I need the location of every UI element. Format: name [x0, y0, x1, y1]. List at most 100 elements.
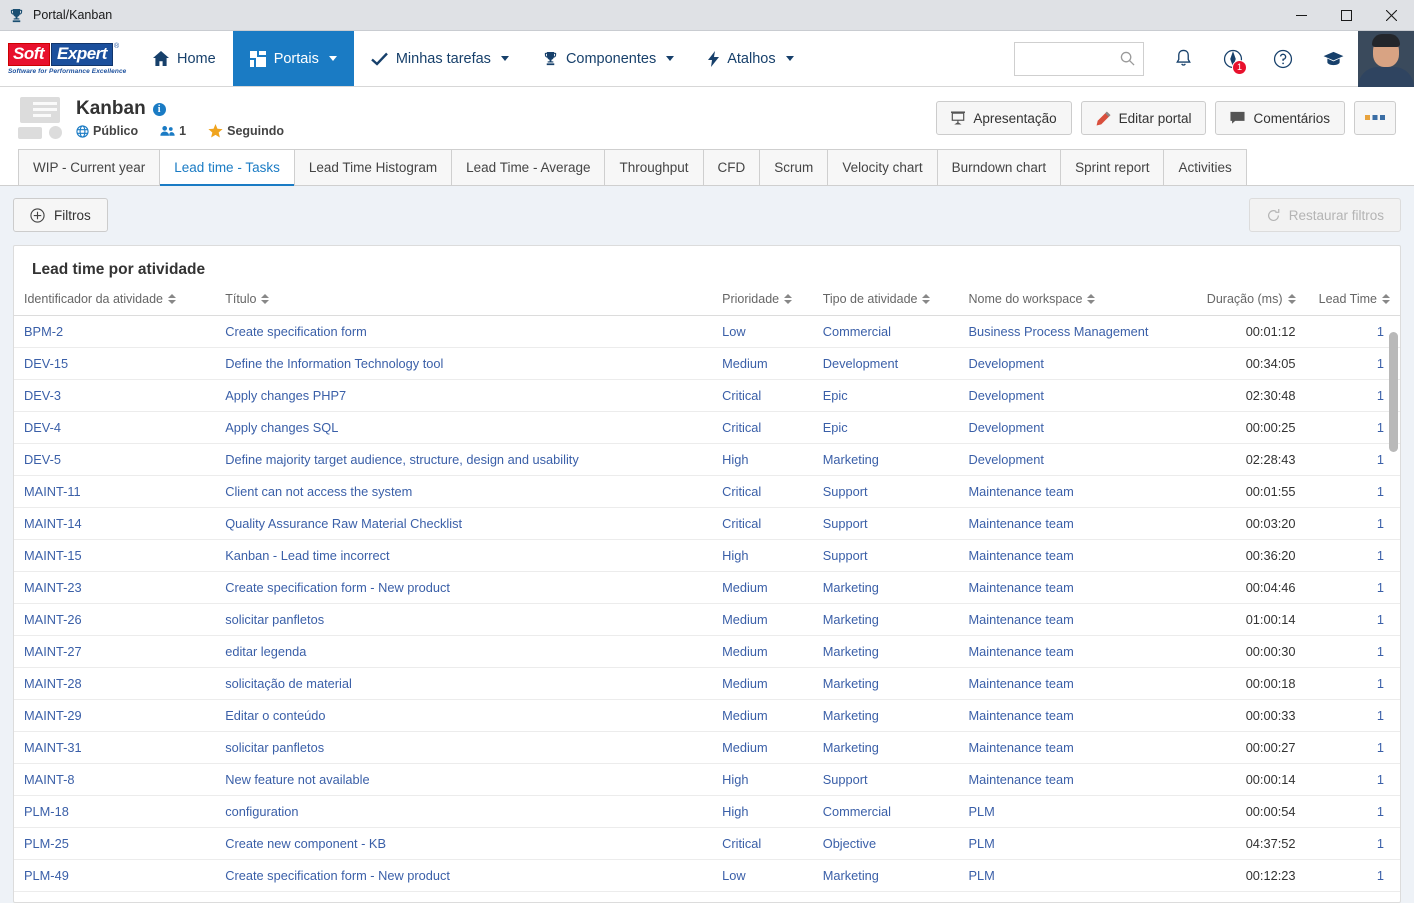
table-row[interactable]: DEV-4 Apply changes SQL Critical Epic Develo… — [14, 411, 1400, 444]
column-header-nome-workspace[interactable]: Nome do workspace — [958, 292, 1183, 316]
tab-lead-time-tasks[interactable]: Lead time - Tasks — [159, 149, 295, 186]
workspace-cell[interactable]: Development — [958, 411, 1183, 444]
priority-cell[interactable]: Low — [712, 859, 813, 892]
priority-cell[interactable]: High — [712, 795, 813, 828]
workspace-cell[interactable]: PLM — [958, 795, 1183, 828]
activity-id-cell[interactable]: PLM-25 — [14, 827, 216, 860]
priority-cell[interactable]: Critical — [712, 507, 813, 540]
nav-item-portais[interactable]: Portais — [232, 31, 354, 86]
comentarios-button[interactable]: Comentários — [1215, 101, 1345, 135]
sort-icon[interactable] — [784, 294, 793, 304]
avatar[interactable] — [1358, 30, 1414, 87]
title-cell[interactable]: Create specification form - New product — [215, 571, 713, 604]
activity-id-cell[interactable]: DEV-3 — [14, 379, 216, 412]
scrollbar-thumb[interactable] — [1389, 332, 1398, 452]
workspace-cell[interactable]: Maintenance team — [958, 507, 1183, 540]
activity-id-cell[interactable]: MAINT-31 — [14, 731, 216, 764]
close-button[interactable] — [1369, 0, 1414, 31]
workspace-cell[interactable]: Maintenance team — [958, 699, 1183, 732]
type-cell[interactable]: Epic — [812, 411, 959, 444]
workspace-cell[interactable]: PLM — [958, 827, 1183, 860]
type-cell[interactable]: Objective — [812, 827, 959, 860]
workspace-cell[interactable]: Development — [958, 443, 1183, 476]
type-cell[interactable]: Marketing — [812, 635, 959, 668]
nav-item-minhas-tarefas[interactable]: Minhas tarefas — [354, 31, 526, 86]
search-input[interactable] — [1023, 50, 1120, 67]
apresentacao-button[interactable]: Apresentação — [936, 101, 1072, 135]
priority-cell[interactable]: Critical — [712, 475, 813, 508]
tab-scrum[interactable]: Scrum — [759, 149, 829, 185]
priority-cell[interactable]: High — [712, 443, 813, 476]
sort-icon[interactable] — [1382, 294, 1390, 304]
table-row[interactable]: MAINT-23 Create specification form - New … — [14, 571, 1400, 604]
sort-icon[interactable] — [1087, 294, 1096, 304]
workspace-cell[interactable]: Maintenance team — [958, 635, 1183, 668]
table-row[interactable]: MAINT-31 solicitar panfletos Medium Marketi… — [14, 731, 1400, 764]
table-row[interactable]: MAINT-8 New feature not available High Supp… — [14, 763, 1400, 796]
page-vertical-scrollbar[interactable] — [1401, 186, 1414, 903]
activity-id-cell[interactable]: MAINT-8 — [14, 763, 216, 796]
activity-id-cell[interactable]: MAINT-23 — [14, 571, 216, 604]
column-header-identificador[interactable]: Identificador da atividade — [14, 292, 216, 316]
priority-cell[interactable]: Medium — [712, 571, 813, 604]
tab-velocity-chart[interactable]: Velocity chart — [827, 149, 938, 185]
tab-lead-time-histogram[interactable]: Lead Time Histogram — [293, 149, 453, 185]
title-cell[interactable]: Define the Information Technology tool — [215, 347, 713, 380]
global-search[interactable] — [1014, 41, 1144, 76]
column-header-duracao[interactable]: Duração (ms) — [1182, 292, 1306, 316]
academy-button[interactable] — [1308, 31, 1358, 87]
type-cell[interactable]: Support — [812, 475, 959, 508]
priority-cell[interactable]: Critical — [712, 379, 813, 412]
workspace-cell[interactable]: Maintenance team — [958, 667, 1183, 700]
column-header-lead-time[interactable]: Lead Time — [1305, 292, 1400, 316]
priority-cell[interactable]: Medium — [712, 347, 813, 380]
title-cell[interactable]: editar legenda — [215, 635, 713, 668]
priority-cell[interactable]: Medium — [712, 635, 813, 668]
title-cell[interactable]: Apply changes PHP7 — [215, 379, 713, 412]
workspace-cell[interactable]: Maintenance team — [958, 571, 1183, 604]
type-cell[interactable]: Marketing — [812, 667, 959, 700]
type-cell[interactable]: Support — [812, 763, 959, 796]
table-row[interactable]: MAINT-15 Kanban - Lead time incorrect High… — [14, 539, 1400, 572]
title-cell[interactable]: Apply changes SQL — [215, 411, 713, 444]
priority-cell[interactable]: Low — [712, 315, 813, 348]
minimize-button[interactable] — [1279, 0, 1324, 31]
workspace-cell[interactable]: Business Process Management — [958, 315, 1183, 348]
workspace-cell[interactable]: Development — [958, 379, 1183, 412]
nav-item-componentes[interactable]: Componentes — [526, 31, 691, 86]
title-cell[interactable]: Quality Assurance Raw Material Checklist — [215, 507, 713, 540]
type-cell[interactable]: Commercial — [812, 795, 959, 828]
priority-cell[interactable]: Critical — [712, 411, 813, 444]
table-row[interactable]: DEV-5 Define majority target audience, st… — [14, 443, 1400, 476]
activity-id-cell[interactable]: MAINT-27 — [14, 635, 216, 668]
table-row[interactable]: DEV-15 Define the Information Technology … — [14, 347, 1400, 380]
activity-id-cell[interactable]: MAINT-11 — [14, 475, 216, 508]
table-row[interactable]: MAINT-11 Client can not access the system… — [14, 475, 1400, 508]
activity-id-cell[interactable]: DEV-15 — [14, 347, 216, 380]
table-vertical-scrollbar[interactable] — [1389, 332, 1398, 898]
priority-cell[interactable]: Medium — [712, 667, 813, 700]
title-cell[interactable]: Create new component - KB — [215, 827, 713, 860]
workspace-cell[interactable]: Maintenance team — [958, 603, 1183, 636]
type-cell[interactable]: Support — [812, 507, 959, 540]
sort-icon[interactable] — [922, 294, 931, 304]
activity-id-cell[interactable]: MAINT-29 — [14, 699, 216, 732]
title-cell[interactable]: Kanban - Lead time incorrect — [215, 539, 713, 572]
nav-item-atalhos[interactable]: Atalhos — [691, 31, 810, 86]
priority-cell[interactable]: Critical — [712, 827, 813, 860]
title-cell[interactable]: Create specification form - New product — [215, 859, 713, 892]
type-cell[interactable]: Marketing — [812, 571, 959, 604]
maximize-button[interactable] — [1324, 0, 1369, 31]
title-cell[interactable]: configuration — [215, 795, 713, 828]
priority-cell[interactable]: Medium — [712, 603, 813, 636]
workspace-cell[interactable]: Development — [958, 347, 1183, 380]
title-cell[interactable]: solicitar panfletos — [215, 731, 713, 764]
type-cell[interactable]: Support — [812, 539, 959, 572]
table-row[interactable]: BPM-2 Create specification form Low Commerc… — [14, 315, 1400, 348]
table-row[interactable]: MAINT-27 editar legenda Medium Marketing Mai… — [14, 635, 1400, 668]
type-cell[interactable]: Marketing — [812, 603, 959, 636]
type-cell[interactable]: Marketing — [812, 699, 959, 732]
activity-id-cell[interactable]: DEV-5 — [14, 443, 216, 476]
notifications-button[interactable] — [1158, 31, 1208, 87]
activity-id-cell[interactable]: PLM-49 — [14, 859, 216, 892]
